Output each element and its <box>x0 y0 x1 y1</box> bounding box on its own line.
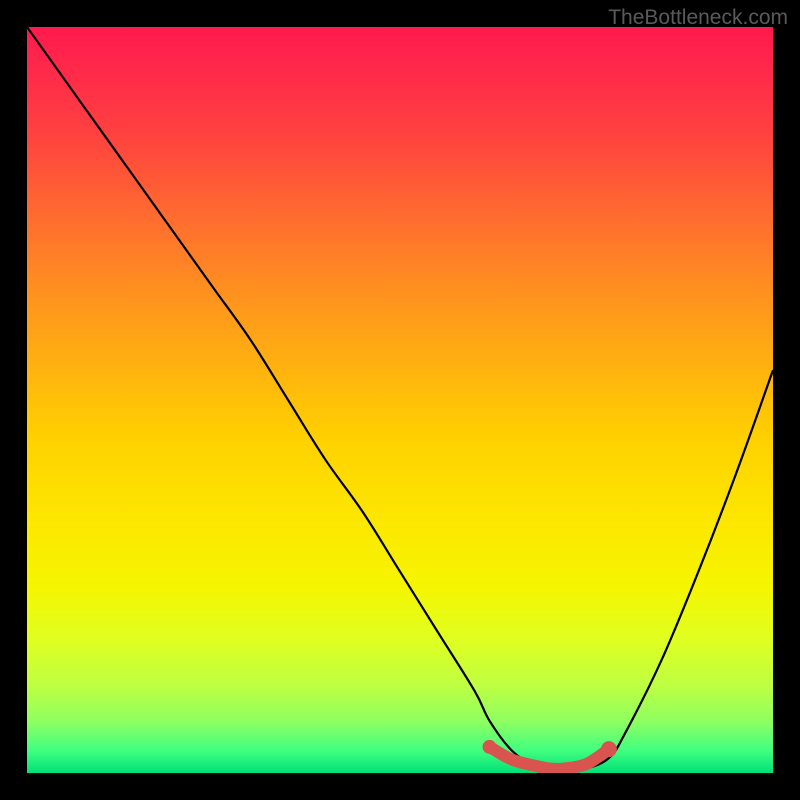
chart-plot-area <box>27 27 773 773</box>
sweet-spot-end-dot <box>601 741 617 757</box>
sweet-spot-band-line <box>490 747 609 769</box>
sweet-spot-start-dot <box>483 740 497 754</box>
attribution-text: TheBottleneck.com <box>608 6 788 30</box>
chart-svg <box>27 27 773 773</box>
bottleneck-curve-line <box>27 27 773 771</box>
